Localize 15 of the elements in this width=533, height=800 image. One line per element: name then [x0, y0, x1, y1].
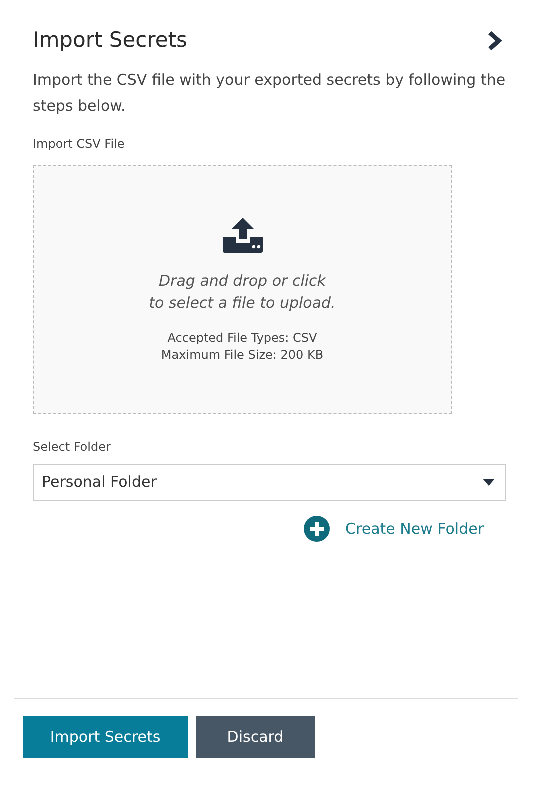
panel-title: Import Secrets — [33, 28, 188, 54]
field-label: Select Folder — [33, 439, 112, 456]
discard-button[interactable]: Discard — [196, 716, 315, 758]
plus-circle-icon — [304, 516, 330, 542]
create-folder-link[interactable]: Create New Folder — [304, 516, 484, 542]
caret-down-icon — [483, 479, 495, 486]
chevron-right-icon[interactable] — [487, 30, 503, 51]
description-text: Import the CSV file with your exported secrets by following the steps below. — [33, 70, 506, 118]
folder-select[interactable]: Personal Folder — [33, 464, 506, 502]
file-requirements: Accepted File Types: CSV Maximum File Size: 200 KB — [161, 330, 324, 364]
file-drop-zone[interactable]: Drag and drop or click to select a file to upload. Accepted File Types: CSV Maximum File Size: 200 KB — [33, 165, 452, 414]
upload-icon — [220, 216, 264, 254]
upload-prompt: Drag and drop or click to select a file to upload. — [149, 270, 336, 314]
field-label: Import CSV File — [33, 136, 126, 154]
import-button[interactable]: Import Secrets — [23, 716, 188, 758]
